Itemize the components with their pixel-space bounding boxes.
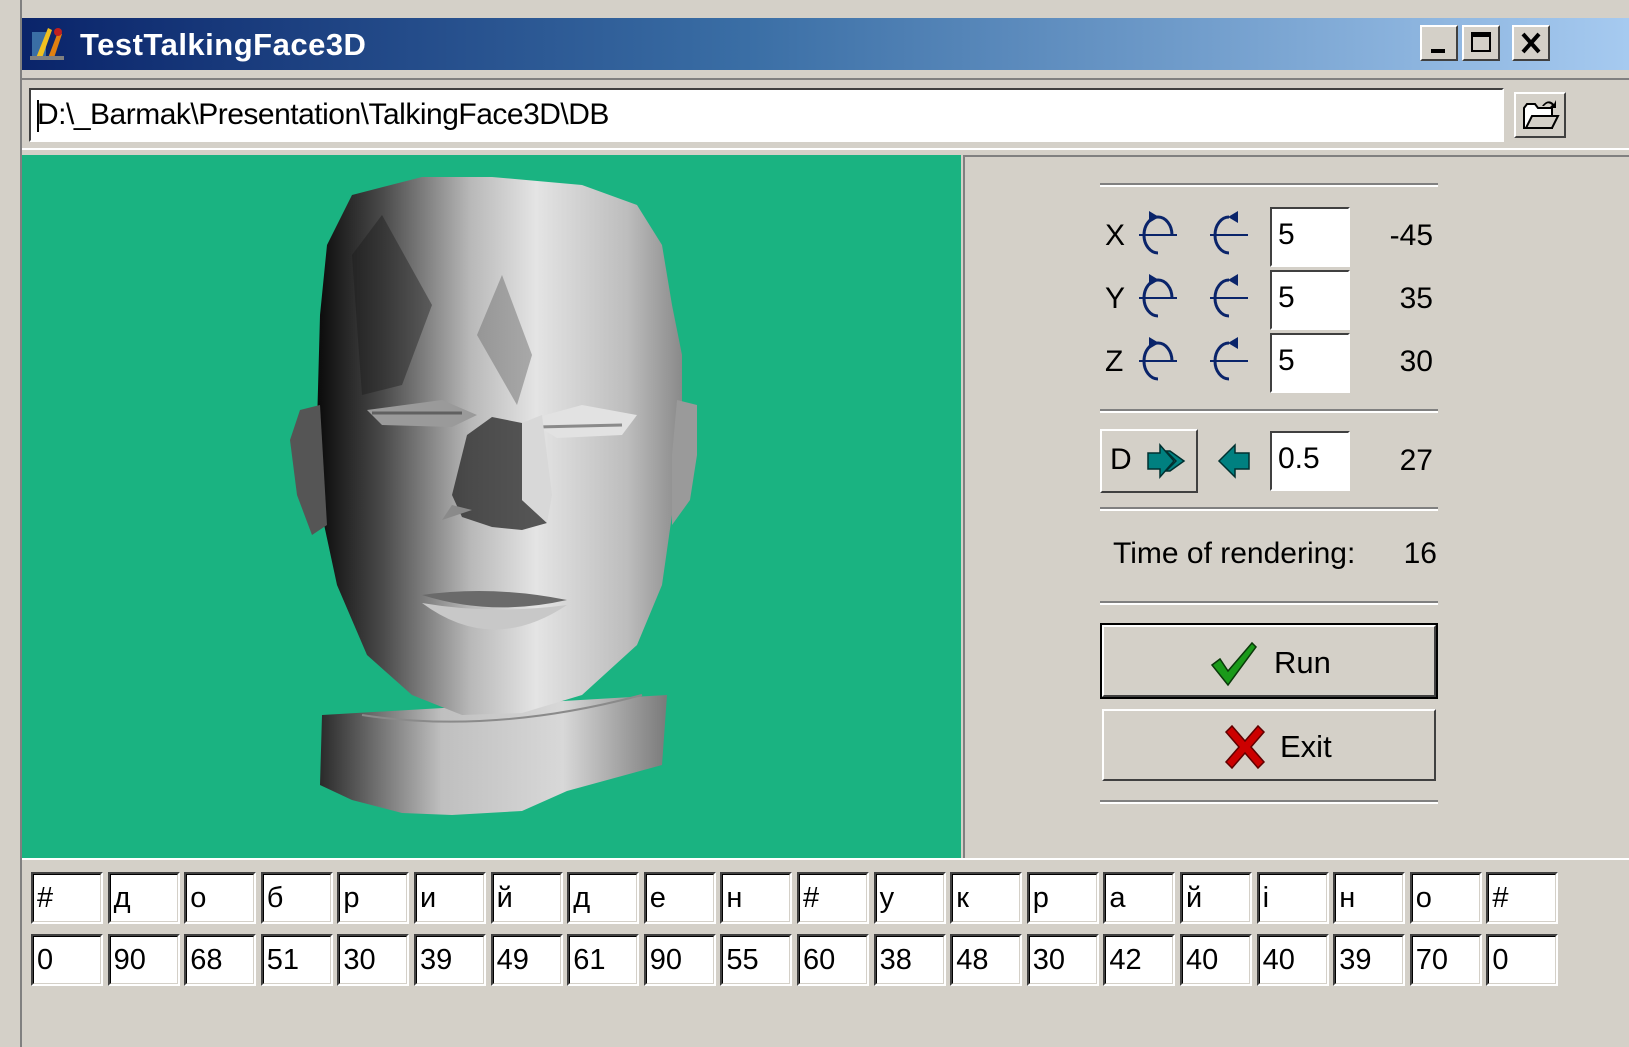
phoneme-cell[interactable]: й xyxy=(490,872,563,924)
separator xyxy=(1100,800,1438,804)
duration-cell[interactable]: 60 xyxy=(797,934,869,986)
phoneme-cell[interactable]: д xyxy=(567,872,640,924)
rotation-y-label: Y xyxy=(1105,282,1126,315)
browse-folder-button[interactable] xyxy=(1514,92,1566,138)
phoneme-cell[interactable]: д xyxy=(107,872,180,924)
rotation-x-label: X xyxy=(1105,219,1126,252)
duration-cell[interactable]: 61 xyxy=(567,934,640,986)
window-frame-top xyxy=(0,0,1629,19)
render-time-label: Time of rendering: xyxy=(1113,537,1356,570)
duration-cell[interactable]: 51 xyxy=(260,934,333,986)
duration-cell[interactable]: 48 xyxy=(950,934,1023,986)
exit-x-icon xyxy=(1224,724,1266,770)
rotate-x-cw-icon[interactable] xyxy=(1208,207,1250,263)
phoneme-cell[interactable]: е xyxy=(643,872,716,924)
rotation-x-value: -45 xyxy=(1389,219,1433,252)
duration-cell[interactable]: 39 xyxy=(1333,934,1406,986)
phoneme-cell[interactable]: н xyxy=(1333,872,1406,924)
phoneme-cell[interactable]: # xyxy=(31,872,103,924)
talking-face-3d-model xyxy=(290,177,697,815)
separator xyxy=(1100,409,1438,413)
phoneme-cell[interactable]: # xyxy=(797,872,869,924)
phoneme-cell[interactable]: р xyxy=(337,872,410,924)
close-button[interactable] xyxy=(1512,25,1550,61)
duration-cell[interactable]: 90 xyxy=(643,934,716,986)
path-toolbar: D:\_Barmak\Presentation\TalkingFace3D\DB xyxy=(22,78,1629,150)
phoneme-cell[interactable]: у xyxy=(873,872,946,924)
maximize-icon xyxy=(1471,32,1491,52)
rotation-z-value: 30 xyxy=(1399,345,1433,378)
rotation-z-label: Z xyxy=(1105,345,1124,378)
phoneme-cell[interactable]: о xyxy=(1409,872,1482,924)
database-path-value: D:\_Barmak\Presentation\TalkingFace3D\DB xyxy=(37,98,609,131)
exit-label: Exit xyxy=(1280,729,1332,764)
double-arrow-right-icon xyxy=(1147,443,1186,479)
distance-forward-button[interactable]: D xyxy=(1100,429,1198,493)
phoneme-cell[interactable]: # xyxy=(1486,872,1559,924)
separator xyxy=(1100,507,1438,511)
rotate-y-ccw-icon[interactable] xyxy=(1137,270,1179,326)
duration-cell[interactable]: 90 xyxy=(107,934,180,986)
rotate-y-cw-icon[interactable] xyxy=(1208,270,1250,326)
app-icon xyxy=(30,28,64,60)
title-bar[interactable]: TestTalkingFace3D xyxy=(22,18,1629,70)
phoneme-cell[interactable]: и xyxy=(414,872,486,924)
duration-cell[interactable]: 68 xyxy=(184,934,257,986)
rotation-y-value: 35 xyxy=(1399,282,1433,315)
exit-button[interactable]: Exit xyxy=(1102,709,1436,781)
rotate-z-ccw-icon[interactable] xyxy=(1137,333,1179,389)
distance-step-input[interactable]: 0.5 xyxy=(1270,431,1350,491)
run-label: Run xyxy=(1274,645,1331,680)
minimize-button[interactable] xyxy=(1420,25,1458,61)
duration-cell[interactable]: 0 xyxy=(1486,934,1559,986)
close-icon xyxy=(1521,32,1541,54)
duration-cell[interactable]: 0 xyxy=(31,934,103,986)
arrow-left-icon[interactable] xyxy=(1215,441,1255,481)
duration-cell[interactable]: 42 xyxy=(1103,934,1176,986)
duration-cell[interactable]: 30 xyxy=(1026,934,1099,986)
phoneme-cell[interactable]: р xyxy=(1026,872,1099,924)
app-window: TestTalkingFace3D D:\_Barmak\Presentatio… xyxy=(0,0,1629,1047)
separator xyxy=(1100,183,1438,187)
phoneme-cell[interactable]: б xyxy=(260,872,333,924)
rotation-y-step-input[interactable]: 5 xyxy=(1270,270,1350,330)
rotate-z-cw-icon[interactable] xyxy=(1208,333,1250,389)
phoneme-cell[interactable]: о xyxy=(184,872,257,924)
phoneme-cell[interactable]: а xyxy=(1103,872,1176,924)
distance-label: D xyxy=(1110,443,1132,476)
phoneme-cell[interactable]: і xyxy=(1256,872,1329,924)
phoneme-cell[interactable]: к xyxy=(950,872,1023,924)
duration-cell[interactable]: 49 xyxy=(490,934,563,986)
rotation-z-step-input[interactable]: 5 xyxy=(1270,333,1350,393)
database-path-input[interactable]: D:\_Barmak\Presentation\TalkingFace3D\DB xyxy=(29,88,1504,142)
phoneme-cell[interactable]: й xyxy=(1180,872,1252,924)
distance-value: 27 xyxy=(1399,444,1433,477)
open-folder-icon xyxy=(1523,100,1560,129)
window-title: TestTalkingFace3D xyxy=(80,27,367,62)
duration-cell[interactable]: 38 xyxy=(873,934,946,986)
separator xyxy=(1100,601,1438,605)
duration-cell[interactable]: 30 xyxy=(337,934,410,986)
3d-render-viewport[interactable] xyxy=(22,155,961,858)
render-time-value: 16 xyxy=(1403,537,1437,570)
duration-cell[interactable]: 55 xyxy=(720,934,793,986)
minimize-icon xyxy=(1431,49,1445,53)
checkmark-icon xyxy=(1210,641,1257,687)
rotation-x-step-input[interactable]: 5 xyxy=(1270,207,1350,267)
duration-cell[interactable]: 40 xyxy=(1180,934,1252,986)
duration-cell[interactable]: 40 xyxy=(1256,934,1329,986)
rotate-x-ccw-icon[interactable] xyxy=(1137,207,1179,263)
duration-cell[interactable]: 39 xyxy=(414,934,486,986)
window-frame-left xyxy=(0,0,22,1047)
run-button[interactable]: Run xyxy=(1100,623,1438,699)
phoneme-grid: # д о б р и й д е н # у к р а й і н о # 0 90 68 51 30 39 49 61 90 55… xyxy=(22,858,1629,1047)
control-panel: X 5 -45 Y 5 35 Z 5 30 D 0.5 27 Time of r… xyxy=(963,155,1629,858)
phoneme-cell[interactable]: н xyxy=(720,872,793,924)
duration-cell[interactable]: 70 xyxy=(1409,934,1482,986)
maximize-button[interactable] xyxy=(1462,25,1500,61)
